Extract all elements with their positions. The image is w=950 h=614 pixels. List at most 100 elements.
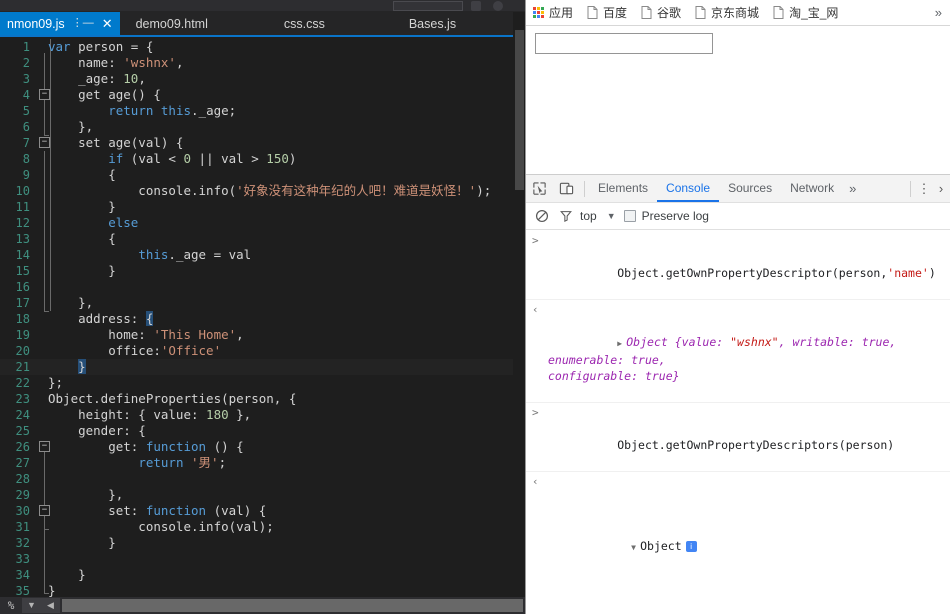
- line-content: set: function (val) {: [48, 503, 267, 518]
- expanded-object-header[interactable]: ▼ Object i: [548, 522, 950, 572]
- close-devtools-icon[interactable]: ›: [933, 181, 949, 196]
- code-line[interactable]: 20 office:'Office': [0, 343, 513, 359]
- bookmark-baidu[interactable]: 百度: [587, 4, 627, 21]
- code-line[interactable]: 32 }: [0, 535, 513, 551]
- editor-toolbar-icon-a[interactable]: [471, 1, 481, 11]
- chevron-double-right-icon[interactable]: »: [843, 181, 862, 196]
- editor-search-box-partial[interactable]: [393, 1, 463, 11]
- editor-tab-common09js[interactable]: nmon09.js ⋮— ✕: [0, 12, 120, 35]
- page-icon: [695, 6, 706, 19]
- line-number: 3: [22, 72, 30, 86]
- code-line-active[interactable]: 21 }: [0, 359, 513, 375]
- editor-horizontal-scrollbar[interactable]: % ▼ ◀: [0, 597, 525, 614]
- disclosure-triangle-open-icon[interactable]: ▼: [631, 540, 640, 556]
- code-line[interactable]: 29 },: [0, 487, 513, 503]
- line-number: 11: [15, 200, 30, 214]
- info-badge-icon[interactable]: i: [685, 541, 697, 552]
- code-line[interactable]: 12 else: [0, 215, 513, 231]
- console-output[interactable]: > Object.getOwnPropertyDescriptor(person…: [526, 231, 950, 614]
- code-line[interactable]: 26 get: function () {: [0, 439, 513, 455]
- code-line[interactable]: 9 {: [0, 167, 513, 183]
- clear-console-icon[interactable]: [530, 204, 554, 228]
- code-line[interactable]: 16: [0, 279, 513, 295]
- devtools-tab-console[interactable]: Console: [657, 175, 719, 202]
- code-line[interactable]: 14 this._age = val: [0, 247, 513, 263]
- h-scrollbar-thumb[interactable]: [62, 599, 523, 612]
- disclosure-triangle-icon[interactable]: ▶: [617, 336, 626, 352]
- code-line[interactable]: 35 }: [0, 583, 513, 597]
- code-text-area[interactable]: − − − − 1 var person = { 2 name: 'wshnx'…: [0, 39, 513, 597]
- bookmark-apps[interactable]: 应用: [533, 4, 573, 21]
- code-line[interactable]: 31 console.info(val);: [0, 519, 513, 535]
- line-content: get: function () {: [48, 439, 244, 454]
- code-line[interactable]: 25 gender: {: [0, 423, 513, 439]
- code-line[interactable]: 34 }: [0, 567, 513, 583]
- inspect-element-icon[interactable]: [526, 175, 553, 202]
- editor-tab-demo09html[interactable]: demo09.html: [129, 12, 215, 35]
- output-chevron-icon: ‹: [532, 303, 539, 316]
- code-line[interactable]: 30 set: function (val) {: [0, 503, 513, 519]
- console-output-row[interactable]: ‹ ▶ Object {value: "wshnx", writable: tru…: [526, 300, 950, 403]
- page-text-input[interactable]: [535, 33, 713, 54]
- code-line[interactable]: 6 },: [0, 119, 513, 135]
- pin-icon[interactable]: ⋮—: [72, 18, 94, 29]
- output-chevron-icon: ‹: [532, 475, 539, 488]
- editor-toolbar-icon-b[interactable]: [493, 1, 503, 11]
- preserve-log-checkbox[interactable]: [623, 210, 636, 222]
- code-line[interactable]: 3 _age: 10,: [0, 71, 513, 87]
- line-number: 32: [15, 536, 30, 550]
- scrollbar-thumb[interactable]: [515, 30, 524, 190]
- line-number: 18: [15, 312, 30, 326]
- code-editor-pane: nmon09.js ⋮— ✕ demo09.html css.css Bases…: [0, 0, 525, 614]
- devtools-tab-elements[interactable]: Elements: [589, 175, 657, 202]
- line-content: }: [48, 583, 56, 597]
- chevron-double-right-icon[interactable]: »: [935, 5, 942, 20]
- h-scroll-track[interactable]: [62, 599, 523, 612]
- code-line[interactable]: 4 get age() {: [0, 87, 513, 103]
- bookmark-jd[interactable]: 京东商城: [695, 4, 759, 21]
- code-line[interactable]: 23 Object.defineProperties(person, {: [0, 391, 513, 407]
- bookmark-google[interactable]: 谷歌: [641, 4, 681, 21]
- editor-tab-basesjs[interactable]: Bases.js: [402, 12, 463, 35]
- device-toolbar-icon[interactable]: [553, 175, 580, 202]
- code-line[interactable]: 17 },: [0, 295, 513, 311]
- line-content: Object.defineProperties(person, {: [48, 391, 297, 406]
- code-line[interactable]: 10 console.info('好象没有这种年纪的人吧！难道是妖怪！');: [0, 183, 513, 199]
- code-line[interactable]: 13 {: [0, 231, 513, 247]
- code-line[interactable]: 2 name: 'wshnx',: [0, 55, 513, 71]
- close-icon[interactable]: ✕: [102, 17, 113, 30]
- scroll-dropdown-icon[interactable]: ▼: [22, 598, 41, 613]
- code-line[interactable]: 27 return '男';: [0, 455, 513, 471]
- code-line[interactable]: 28: [0, 471, 513, 487]
- editor-tab-csscss[interactable]: css.css: [277, 12, 332, 35]
- console-context-selector[interactable]: top: [580, 209, 597, 223]
- line-content: office:'Office': [48, 343, 222, 358]
- console-input-row[interactable]: > Object.getOwnPropertyDescriptors(perso…: [526, 403, 950, 472]
- line-number: 30: [15, 504, 30, 518]
- console-input-row[interactable]: > Object.getOwnPropertyDescriptor(person…: [526, 231, 950, 300]
- line-number: 15: [15, 264, 30, 278]
- caret-down-icon[interactable]: ▼: [607, 211, 616, 221]
- code-line[interactable]: 15 }: [0, 263, 513, 279]
- input-chevron-icon: >: [532, 406, 539, 419]
- editor-vertical-scrollbar[interactable]: [513, 12, 525, 597]
- devtools-tab-sources[interactable]: Sources: [719, 175, 781, 202]
- code-line[interactable]: 11 }: [0, 199, 513, 215]
- code-line[interactable]: 19 home: 'This Home',: [0, 327, 513, 343]
- console-output-row-expanded[interactable]: ‹ ▼Objecti ▶_age: Object ▶address: Objec…: [526, 472, 950, 614]
- code-line[interactable]: 1 var person = {: [0, 39, 513, 55]
- code-line[interactable]: 18 address: {: [0, 311, 513, 327]
- code-line[interactable]: 24 height: { value: 180 },: [0, 407, 513, 423]
- object-property-row[interactable]: ▶_age: Object: [548, 604, 950, 614]
- code-line[interactable]: 33: [0, 551, 513, 567]
- filter-funnel-icon[interactable]: [554, 204, 578, 228]
- devtools-tab-network[interactable]: Network: [781, 175, 843, 202]
- bookmark-taobao[interactable]: 淘_宝_网: [773, 4, 838, 21]
- kebab-menu-icon[interactable]: ⋮: [915, 182, 933, 195]
- code-line[interactable]: 8 if (val < 0 || val > 150): [0, 151, 513, 167]
- code-line[interactable]: 7 set age(val) {: [0, 135, 513, 151]
- code-line[interactable]: 5 return this._age;: [0, 103, 513, 119]
- scroll-left-arrow-icon[interactable]: ◀: [41, 598, 60, 613]
- line-number: 29: [15, 488, 30, 502]
- code-line[interactable]: 22 };: [0, 375, 513, 391]
